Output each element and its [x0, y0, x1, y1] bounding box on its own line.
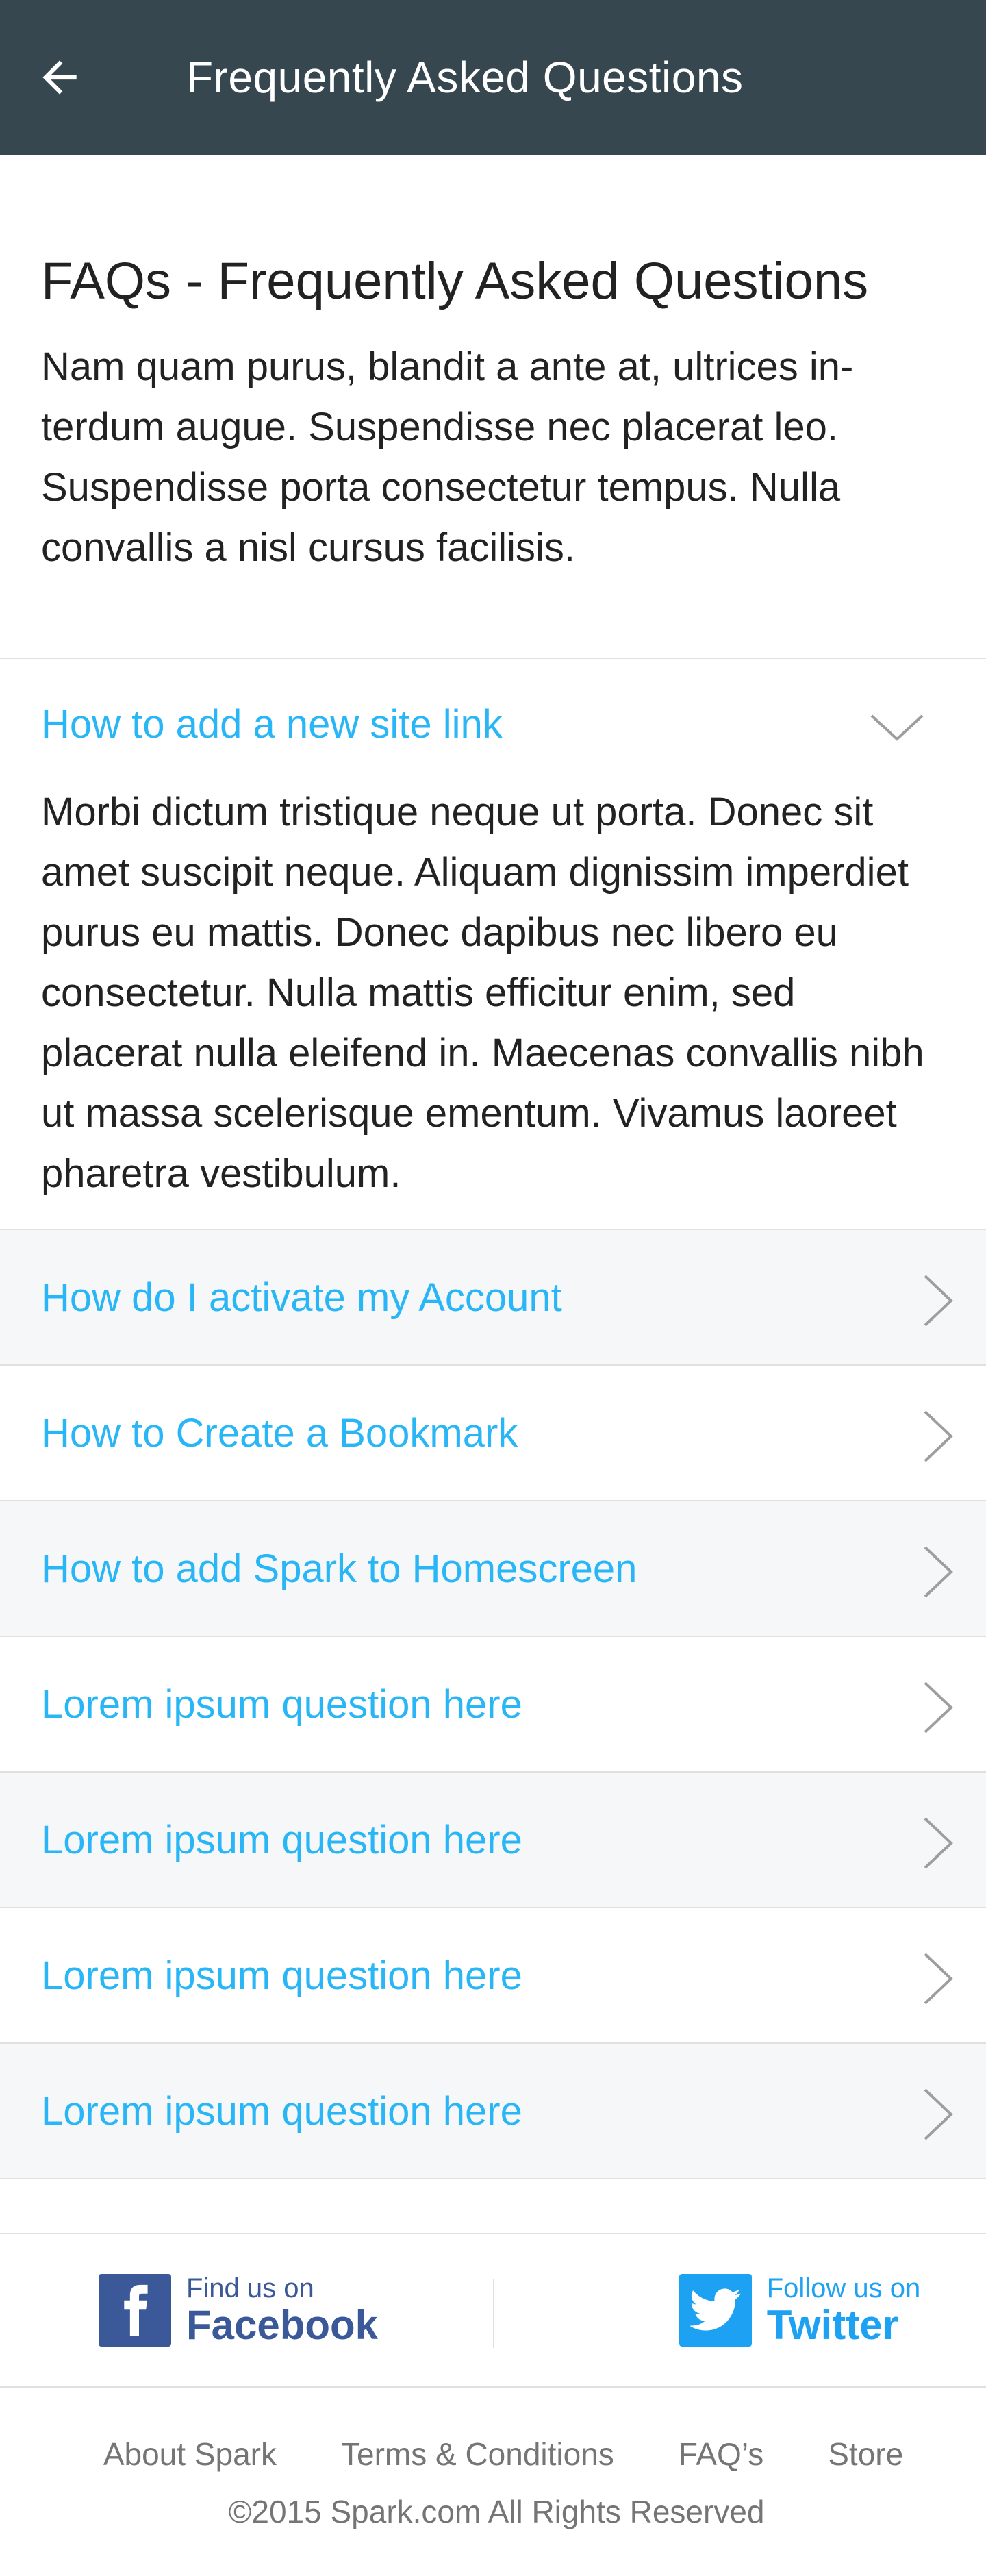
faq-list: How do I activate my Account How to Crea… [0, 1230, 986, 2179]
faq-item[interactable]: Lorem ipsum question here [0, 1637, 986, 1773]
arrow-left-icon [42, 60, 77, 95]
chevron-right-icon [924, 1681, 953, 1734]
footer-links: About Spark Terms & Conditions FAQ’s Sto… [0, 2436, 986, 2473]
faq-question[interactable]: How to add Spark to Homescreen [41, 1546, 637, 1592]
chevron-right-icon [924, 1953, 953, 2005]
intro-section: FAQs - Frequently Asked Questions Nam qu… [0, 155, 986, 658]
faq-item[interactable]: How do I activate my Account [0, 1230, 986, 1366]
twitter-icon [679, 2274, 752, 2347]
faq-item[interactable]: Lorem ipsum question here [0, 1773, 986, 1908]
social-bar: Find us on Facebook Follow us on Twitter [0, 2233, 986, 2388]
faq-question-row[interactable]: How to add a new site link [41, 659, 945, 789]
faq-answer: Morbi dictum tristique neque ut porta. D… [41, 790, 924, 1196]
faq-question[interactable]: Lorem ipsum question here [41, 2088, 522, 2134]
faq-item[interactable]: How to Create a Bookmark [0, 1366, 986, 1501]
facebook-caption: Find us on [186, 2273, 314, 2303]
page-title: Frequently Asked Questions [186, 53, 744, 102]
faq-question[interactable]: How do I activate my Account [41, 1275, 562, 1321]
footer-link-terms[interactable]: Terms & Conditions [341, 2436, 614, 2473]
facebook-icon [98, 2274, 171, 2347]
app-bar: Frequently Asked Questions [0, 0, 986, 155]
faq-item[interactable]: How to add Spark to Homescreen [0, 1501, 986, 1637]
chevron-right-icon [924, 1546, 953, 1598]
twitter-link[interactable]: Follow us on Twitter [493, 2234, 986, 2386]
divider [493, 2279, 494, 2348]
facebook-label: Facebook [186, 2302, 379, 2348]
faq-question[interactable]: Lorem ipsum question here [41, 1953, 522, 1999]
footer-link-store[interactable]: Store [828, 2436, 903, 2473]
faq-question[interactable]: How to Create a Bookmark [41, 1410, 518, 1456]
twitter-label: Twitter [766, 2302, 898, 2348]
faq-question[interactable]: Lorem ipsum question here [41, 1681, 522, 1727]
chevron-right-icon [924, 1410, 953, 1462]
back-button[interactable] [34, 52, 85, 103]
faq-question[interactable]: Lorem ipsum question here [41, 1817, 522, 1863]
chevron-down-icon[interactable] [870, 714, 924, 741]
chevron-right-icon [924, 1275, 953, 1327]
intro-body: Nam quam purus, blandit a ante at, ultri… [41, 345, 854, 570]
intro-heading: FAQs - Frequently Asked Questions [41, 252, 869, 310]
faq-item-expanded: How to add a new site link Morbi dictum … [0, 659, 986, 1229]
chevron-right-icon [924, 2088, 953, 2140]
copyright: ©2015 Spark.com All Rights Reserved [228, 2494, 765, 2529]
facebook-link[interactable]: Find us on Facebook [0, 2234, 493, 2386]
footer-link-faqs[interactable]: FAQ’s [679, 2436, 763, 2473]
faq-item[interactable]: Lorem ipsum question here [0, 2044, 986, 2179]
footer: About Spark Terms & Conditions FAQ’s Sto… [0, 2388, 986, 2530]
footer-link-about[interactable]: About Spark [103, 2436, 277, 2473]
twitter-caption: Follow us on [766, 2273, 921, 2303]
faq-item[interactable]: Lorem ipsum question here [0, 1908, 986, 2044]
faq-question[interactable]: How to add a new site link [41, 701, 503, 747]
chevron-right-icon [924, 1817, 953, 1869]
